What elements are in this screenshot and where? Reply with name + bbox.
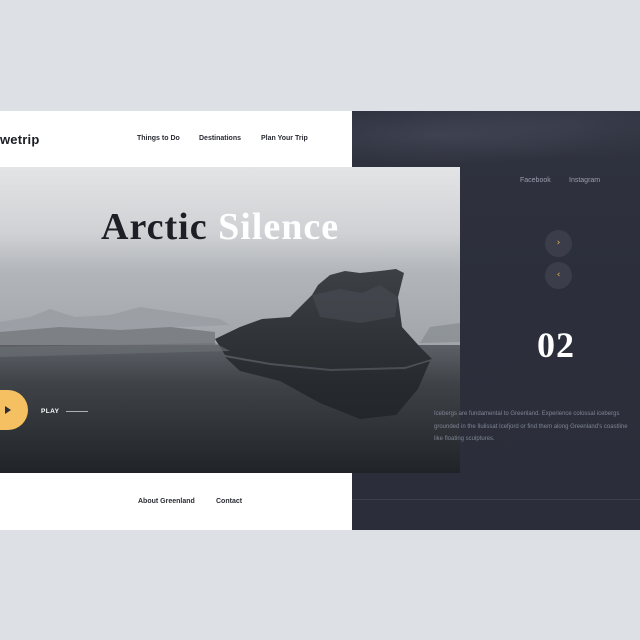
nav-things-to-do[interactable]: Things to Do bbox=[137, 135, 180, 142]
chevron-right-icon: › bbox=[556, 238, 561, 248]
previous-slide-button[interactable]: ‹ bbox=[545, 262, 572, 289]
slide-number: 02 bbox=[537, 325, 575, 365]
right-panel-divider bbox=[352, 499, 640, 500]
nav-destinations[interactable]: Destinations bbox=[199, 135, 241, 142]
chevron-left-icon: ‹ bbox=[556, 270, 561, 280]
hero-title-word-2: Silence bbox=[218, 206, 340, 248]
social-facebook[interactable]: Facebook bbox=[520, 177, 551, 184]
social-instagram[interactable]: Instagram bbox=[569, 177, 600, 184]
hero-title: Arctic Silence bbox=[101, 205, 339, 249]
nav-plan-your-trip[interactable]: Plan Your Trip bbox=[261, 135, 308, 142]
hero-title-word-1: Arctic bbox=[101, 206, 208, 248]
description-text: Icebergs are fundamental to Greenland. E… bbox=[434, 411, 628, 442]
play-label[interactable]: PLAY bbox=[41, 408, 59, 415]
page: wetrip Things to Do Destinations Plan Yo… bbox=[0, 0, 640, 640]
footer-about-greenland[interactable]: About Greenland bbox=[138, 498, 195, 505]
logo[interactable]: wetrip bbox=[0, 132, 39, 147]
next-slide-button[interactable]: › bbox=[545, 230, 572, 257]
footer-contact[interactable]: Contact bbox=[216, 498, 242, 505]
play-line-divider bbox=[66, 411, 88, 412]
right-panel-texture bbox=[352, 111, 640, 171]
play-icon[interactable] bbox=[5, 406, 11, 414]
